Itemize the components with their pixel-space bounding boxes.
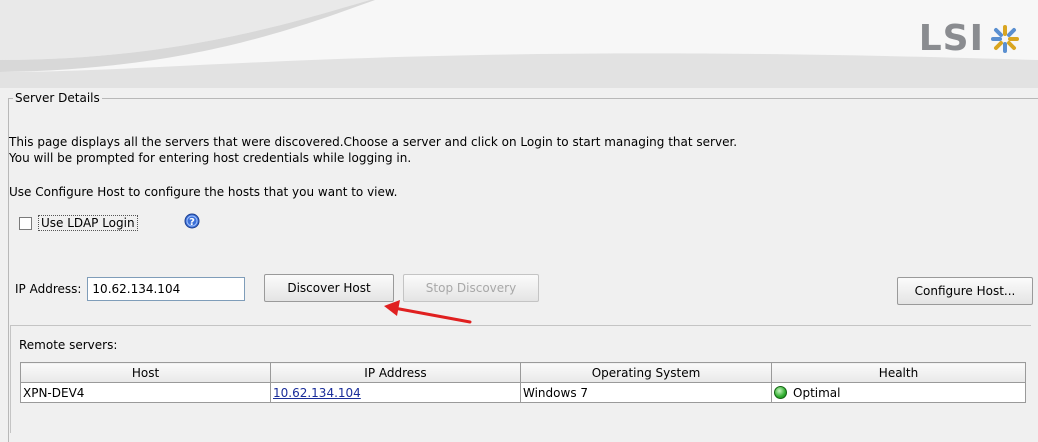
- server-details-group: Server Details This page displays all th…: [8, 91, 1038, 442]
- ip-address-row: IP Address:: [15, 277, 246, 301]
- help-icon[interactable]: ?: [184, 213, 200, 229]
- lsi-logo: LSI: [919, 18, 1020, 59]
- configure-host-button[interactable]: Configure Host...: [897, 277, 1033, 305]
- description-line-2: You will be prompted for entering host c…: [9, 151, 412, 165]
- ldap-login-label[interactable]: Use LDAP Login: [38, 215, 138, 231]
- lsi-star-icon: [991, 24, 1019, 53]
- column-header-ip-address[interactable]: IP Address: [270, 362, 521, 383]
- banner-swoosh: [0, 0, 1038, 88]
- logo-text: LSI: [918, 18, 984, 59]
- remote-servers-label: Remote servers:: [19, 338, 118, 352]
- host-cell[interactable]: XPN-DEV4: [20, 382, 271, 403]
- ip-address-cell[interactable]: 10.62.134.104: [270, 382, 521, 403]
- health-cell[interactable]: Optimal: [771, 382, 1026, 403]
- ip-address-label: IP Address:: [15, 282, 82, 296]
- table-header-row: Host IP Address Operating System Health: [20, 362, 1026, 383]
- column-header-host[interactable]: Host: [20, 362, 271, 383]
- health-status-text: Optimal: [793, 385, 841, 400]
- operating-system-cell[interactable]: Windows 7: [520, 382, 772, 403]
- description-line-1: This page displays all the servers that …: [9, 135, 738, 149]
- remote-servers-table: Host IP Address Operating System Health …: [20, 362, 1026, 403]
- header-banner: LSI: [0, 0, 1038, 88]
- configure-hint: Use Configure Host to configure the host…: [9, 185, 398, 199]
- column-header-operating-system[interactable]: Operating System: [520, 362, 772, 383]
- ip-address-input[interactable]: [87, 277, 246, 301]
- annotation-arrow-icon: [384, 300, 472, 324]
- server-details-legend: Server Details: [13, 91, 102, 105]
- health-optimal-icon: [774, 386, 787, 399]
- table-row[interactable]: XPN-DEV4 10.62.134.104 Windows 7 Optimal: [20, 382, 1026, 403]
- server-ip-link[interactable]: 10.62.134.104: [273, 386, 361, 400]
- column-header-health[interactable]: Health: [771, 362, 1026, 383]
- ldap-login-checkbox[interactable]: [19, 216, 32, 230]
- svg-text:?: ?: [189, 217, 195, 228]
- remote-servers-panel: Remote servers: Host IP Address Operatin…: [10, 325, 1031, 433]
- ldap-login-option[interactable]: Use LDAP Login: [19, 215, 138, 231]
- discover-host-button[interactable]: Discover Host: [264, 274, 394, 302]
